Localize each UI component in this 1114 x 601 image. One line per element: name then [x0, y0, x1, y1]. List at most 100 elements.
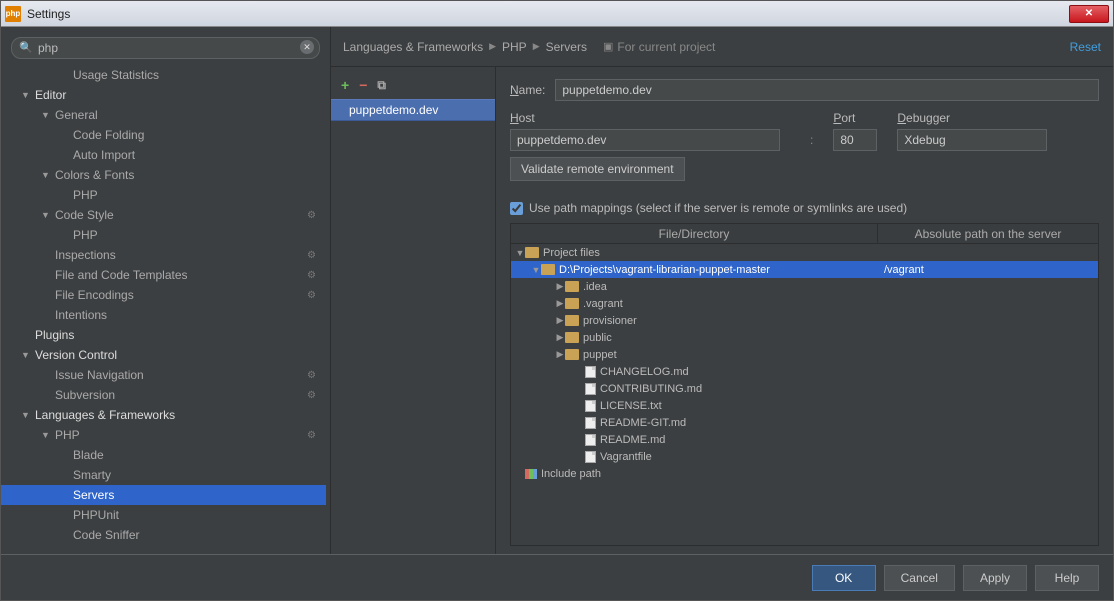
mapping-row[interactable]: CONTRIBUTING.md — [511, 380, 1098, 397]
file-icon — [585, 451, 596, 463]
chevron-icon: ▼ — [41, 110, 53, 120]
sidebar-item-code-style[interactable]: ▼Code Style⚙ — [1, 205, 326, 225]
copy-server-button[interactable]: ⧉ — [377, 78, 386, 93]
dialog-button-bar: OK Cancel Apply Help — [1, 554, 1113, 600]
mapping-row[interactable]: ▶.idea — [511, 278, 1098, 295]
window-title: Settings — [27, 7, 1069, 21]
settings-sidebar: 🔍 ✕ Usage Statistics▼Editor▼GeneralCode … — [1, 27, 331, 554]
app-icon: php — [5, 6, 21, 22]
sidebar-item-code-sniffer[interactable]: Code Sniffer — [1, 525, 326, 545]
gear-icon: ⚙ — [307, 210, 316, 221]
mapping-row[interactable]: LICENSE.txt — [511, 397, 1098, 414]
mapping-row[interactable]: Vagrantfile — [511, 448, 1098, 465]
sidebar-item-phpunit[interactable]: PHPUnit — [1, 505, 326, 525]
mapping-row[interactable]: ▶public — [511, 329, 1098, 346]
use-path-mappings-label: Use path mappings (select if the server … — [529, 201, 907, 215]
mapping-row[interactable]: README-GIT.md — [511, 414, 1098, 431]
sidebar-item-php[interactable]: PHP — [1, 225, 326, 245]
validate-button[interactable]: Validate remote environment — [510, 157, 685, 181]
sidebar-item-colors-fonts[interactable]: ▼Colors & Fonts — [1, 165, 326, 185]
sidebar-item-label: Usage Statistics — [71, 68, 326, 82]
column-absolute-path: Absolute path on the server — [878, 224, 1098, 243]
apply-button[interactable]: Apply — [963, 565, 1027, 591]
remove-server-button[interactable]: − — [359, 77, 367, 93]
gear-icon: ⚙ — [307, 250, 316, 261]
search-icon: 🔍 — [19, 41, 33, 54]
folder-icon — [541, 264, 555, 275]
sidebar-item-languages-frameworks[interactable]: ▼Languages & Frameworks — [1, 405, 326, 425]
port-field[interactable] — [833, 129, 877, 151]
window-close-button[interactable]: ✕ — [1069, 5, 1109, 23]
sidebar-item-blade[interactable]: Blade — [1, 445, 326, 465]
breadcrumb: Languages & Frameworks ▶ PHP ▶ Servers ▣… — [331, 27, 1113, 67]
sidebar-item-file-encodings[interactable]: File Encodings⚙ — [1, 285, 326, 305]
host-port-separator: : — [810, 133, 813, 147]
mapping-server-path[interactable]: /vagrant — [878, 264, 1098, 276]
sidebar-item-label: General — [53, 108, 326, 122]
mapping-row[interactable]: ▶.vagrant — [511, 295, 1098, 312]
chevron-icon: ▼ — [41, 170, 53, 180]
sidebar-item-label: File Encodings — [53, 288, 307, 302]
sidebar-item-version-control[interactable]: ▼Version Control — [1, 345, 326, 365]
mapping-row[interactable]: ▶puppet — [511, 346, 1098, 363]
sidebar-item-php[interactable]: ▼PHP⚙ — [1, 425, 326, 445]
settings-tree[interactable]: Usage Statistics▼Editor▼GeneralCode Fold… — [1, 65, 330, 554]
ok-button[interactable]: OK — [812, 565, 876, 591]
breadcrumb-part[interactable]: Languages & Frameworks — [343, 40, 483, 54]
chevron-icon: ▼ — [515, 248, 525, 258]
chevron-icon: ▼ — [21, 410, 33, 420]
mapping-path-label: Include path — [541, 468, 601, 480]
sidebar-item-servers[interactable]: Servers — [1, 485, 326, 505]
sidebar-item-php[interactable]: PHP — [1, 185, 326, 205]
sidebar-item-usage-statistics[interactable]: Usage Statistics — [1, 65, 326, 85]
sidebar-item-label: File and Code Templates — [53, 268, 307, 282]
sidebar-item-file-and-code-templates[interactable]: File and Code Templates⚙ — [1, 265, 326, 285]
debugger-select[interactable]: Xdebug — [897, 129, 1047, 151]
chevron-icon: ▶ — [555, 315, 565, 326]
search-input[interactable] — [11, 37, 320, 59]
mapping-path-label: .vagrant — [583, 298, 623, 310]
sidebar-item-auto-import[interactable]: Auto Import — [1, 145, 326, 165]
host-field[interactable] — [510, 129, 780, 151]
sidebar-item-label: Blade — [71, 448, 326, 462]
clear-search-icon[interactable]: ✕ — [300, 40, 314, 54]
window-titlebar: php Settings ✕ — [1, 1, 1113, 27]
mapping-row[interactable]: README.md — [511, 431, 1098, 448]
help-button[interactable]: Help — [1035, 565, 1099, 591]
mapping-path-label: public — [583, 332, 612, 344]
path-mappings-body[interactable]: ▼ Project files ▼D:\Projects\vagrant-libra… — [511, 244, 1098, 545]
mapping-row[interactable]: ▼ Project files — [511, 244, 1098, 261]
mapping-path-label: puppet — [583, 349, 617, 361]
use-path-mappings-checkbox[interactable] — [510, 202, 523, 215]
sidebar-item-issue-navigation[interactable]: Issue Navigation⚙ — [1, 365, 326, 385]
mapping-row[interactable]: ▶provisioner — [511, 312, 1098, 329]
mapping-path-label: Vagrantfile — [600, 451, 652, 463]
host-label: Host — [510, 111, 790, 125]
mapping-row[interactable]: CHANGELOG.md — [511, 363, 1098, 380]
mapping-row[interactable]: ▼D:\Projects\vagrant-librarian-puppet-ma… — [511, 261, 1098, 278]
mapping-row[interactable]: Include path — [511, 465, 1098, 482]
sidebar-item-code-folding[interactable]: Code Folding — [1, 125, 326, 145]
mapping-path-label: Project files — [543, 247, 600, 259]
add-server-button[interactable]: + — [341, 77, 349, 93]
chevron-icon: ▼ — [21, 350, 33, 360]
file-icon — [585, 400, 596, 412]
server-list-item[interactable]: puppetdemo.dev — [331, 99, 495, 121]
sidebar-item-subversion[interactable]: Subversion⚙ — [1, 385, 326, 405]
name-field[interactable] — [555, 79, 1099, 101]
sidebar-item-editor[interactable]: ▼Editor — [1, 85, 326, 105]
folder-icon — [565, 281, 579, 292]
cancel-button[interactable]: Cancel — [884, 565, 955, 591]
chevron-icon: ▼ — [41, 430, 53, 440]
sidebar-item-intentions[interactable]: Intentions — [1, 305, 326, 325]
reset-link[interactable]: Reset — [1070, 40, 1101, 54]
breadcrumb-part[interactable]: Servers — [546, 40, 587, 54]
gear-icon: ⚙ — [307, 290, 316, 301]
breadcrumb-part[interactable]: PHP — [502, 40, 527, 54]
sidebar-item-smarty[interactable]: Smarty — [1, 465, 326, 485]
chevron-right-icon: ▶ — [489, 41, 496, 52]
sidebar-item-plugins[interactable]: Plugins — [1, 325, 326, 345]
folder-icon — [525, 247, 539, 258]
sidebar-item-inspections[interactable]: Inspections⚙ — [1, 245, 326, 265]
sidebar-item-general[interactable]: ▼General — [1, 105, 326, 125]
